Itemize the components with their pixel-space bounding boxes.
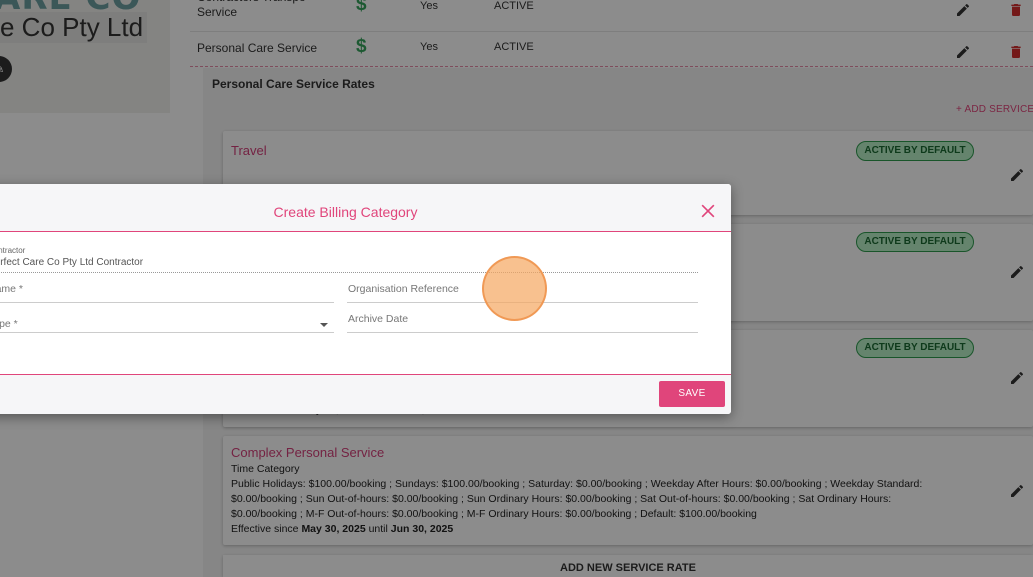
name-underline	[0, 302, 334, 303]
dialog-header: Create Billing Category	[0, 184, 731, 232]
archive-date-input[interactable]: Archive Date	[348, 313, 408, 325]
save-button[interactable]: SAVE	[659, 381, 725, 407]
contractor-underline	[0, 272, 698, 273]
type-select[interactable]: Type *	[0, 318, 18, 330]
dialog-title: Create Billing Category	[273, 204, 418, 220]
contractor-label: Contractor	[0, 246, 26, 255]
create-billing-category-dialog: Create Billing Category Contractor Perfe…	[0, 184, 731, 414]
dialog-footer: SAVE	[0, 375, 731, 414]
close-icon[interactable]	[698, 201, 718, 221]
organisation-reference-input[interactable]: Organisation Reference	[348, 283, 459, 295]
archive-date-underline	[347, 332, 698, 333]
contractor-field[interactable]: Perfect Care Co Pty Ltd Contractor	[0, 257, 143, 268]
chevron-down-icon[interactable]	[320, 323, 328, 327]
name-input[interactable]: Name *	[0, 283, 23, 295]
click-indicator	[482, 256, 547, 321]
type-underline	[0, 332, 334, 333]
